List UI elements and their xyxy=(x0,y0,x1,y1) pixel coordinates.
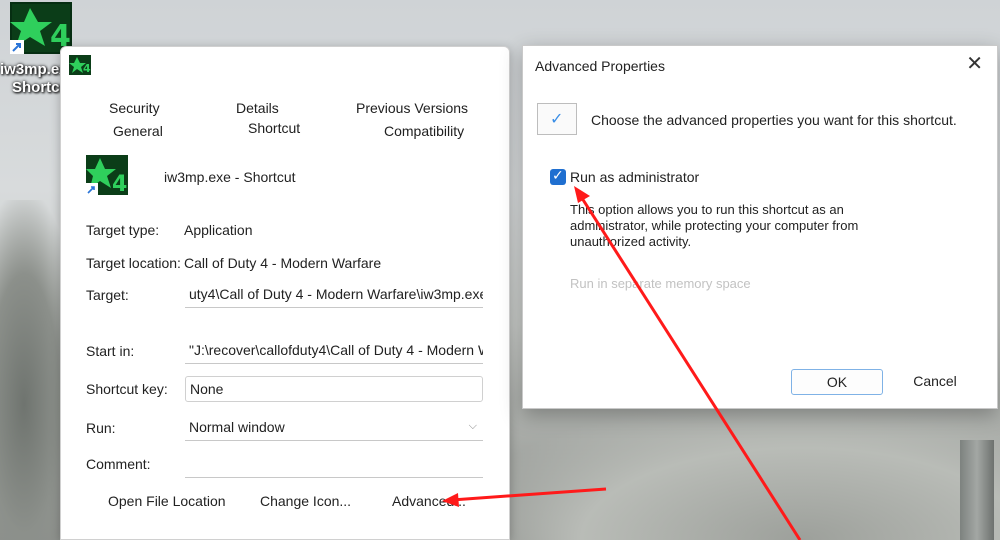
tab-general[interactable]: General xyxy=(113,123,163,139)
dialog-title: Advanced Properties xyxy=(535,58,665,74)
run-select[interactable]: Normal window ⌵ xyxy=(185,415,483,441)
change-icon-button[interactable]: Change Icon... xyxy=(260,493,351,509)
target-location-value: Call of Duty 4 - Modern Warfare xyxy=(184,255,382,271)
desktop-wallpaper-smoke xyxy=(490,410,1000,540)
shortcut-name: iw3mp.exe - Shortcut xyxy=(164,169,296,185)
svg-text:4: 4 xyxy=(112,172,127,195)
target-location-label: Target location: xyxy=(86,255,181,271)
advanced-properties-dialog: Advanced Properties ✕ ✓ Choose the advan… xyxy=(522,45,998,409)
run-select-value: Normal window xyxy=(189,419,285,435)
run-as-admin-info: This option allows you to run this short… xyxy=(570,202,859,249)
tab-compatibility[interactable]: Compatibility xyxy=(384,123,464,139)
shortcut-key-label: Shortcut key: xyxy=(86,381,168,397)
tab-security[interactable]: Security xyxy=(109,100,160,116)
tab-shortcut[interactable]: Shortcut xyxy=(248,120,300,136)
target-label: Target: xyxy=(86,287,129,303)
comment-label: Comment: xyxy=(86,456,151,472)
run-as-admin-checkbox[interactable]: ✓ xyxy=(550,167,566,185)
ok-button[interactable]: OK xyxy=(791,369,883,395)
comment-field[interactable] xyxy=(185,452,483,478)
separate-memory-checkbox-label: Run in separate memory space xyxy=(570,276,751,291)
dialog-description: Choose the advanced properties you want … xyxy=(591,112,957,128)
cod4-app-icon: 4 xyxy=(86,155,128,195)
shortcut-check-icon: ✓ xyxy=(537,103,577,135)
checkmark-icon: ✓ xyxy=(552,167,564,183)
start-in-field[interactable]: "J:\recover\callofduty4\Call of Duty 4 -… xyxy=(185,338,483,364)
chevron-down-icon: ⌵ xyxy=(468,420,477,432)
run-as-admin-label[interactable]: Run as administrator xyxy=(570,169,699,185)
desktop-shortcut-icon[interactable]: 4 iw3mp.exe Shortcut xyxy=(0,0,76,100)
desktop-wallpaper-tower xyxy=(960,440,994,540)
cancel-button[interactable]: Cancel xyxy=(905,369,965,395)
target-type-label: Target type: xyxy=(86,222,160,238)
target-field[interactable]: uty4\Call of Duty 4 - Modern Warfare\iw3… xyxy=(185,282,483,308)
tab-previous-versions[interactable]: Previous Versions xyxy=(356,100,468,116)
start-in-label: Start in: xyxy=(86,343,135,359)
close-icon[interactable]: ✕ xyxy=(966,54,983,74)
cod4-title-icon: 4 xyxy=(69,55,91,75)
advanced-button[interactable]: Advanced... xyxy=(392,493,466,509)
tab-details[interactable]: Details xyxy=(236,100,279,116)
target-type-value: Application xyxy=(184,222,253,238)
shortcut-properties-window: 4 Security Details Previous Versions Gen… xyxy=(60,46,510,540)
shortcut-key-field[interactable]: None xyxy=(185,376,483,402)
svg-text:4: 4 xyxy=(83,62,91,75)
run-label: Run: xyxy=(86,420,116,436)
open-file-location-button[interactable]: Open File Location xyxy=(108,493,226,509)
